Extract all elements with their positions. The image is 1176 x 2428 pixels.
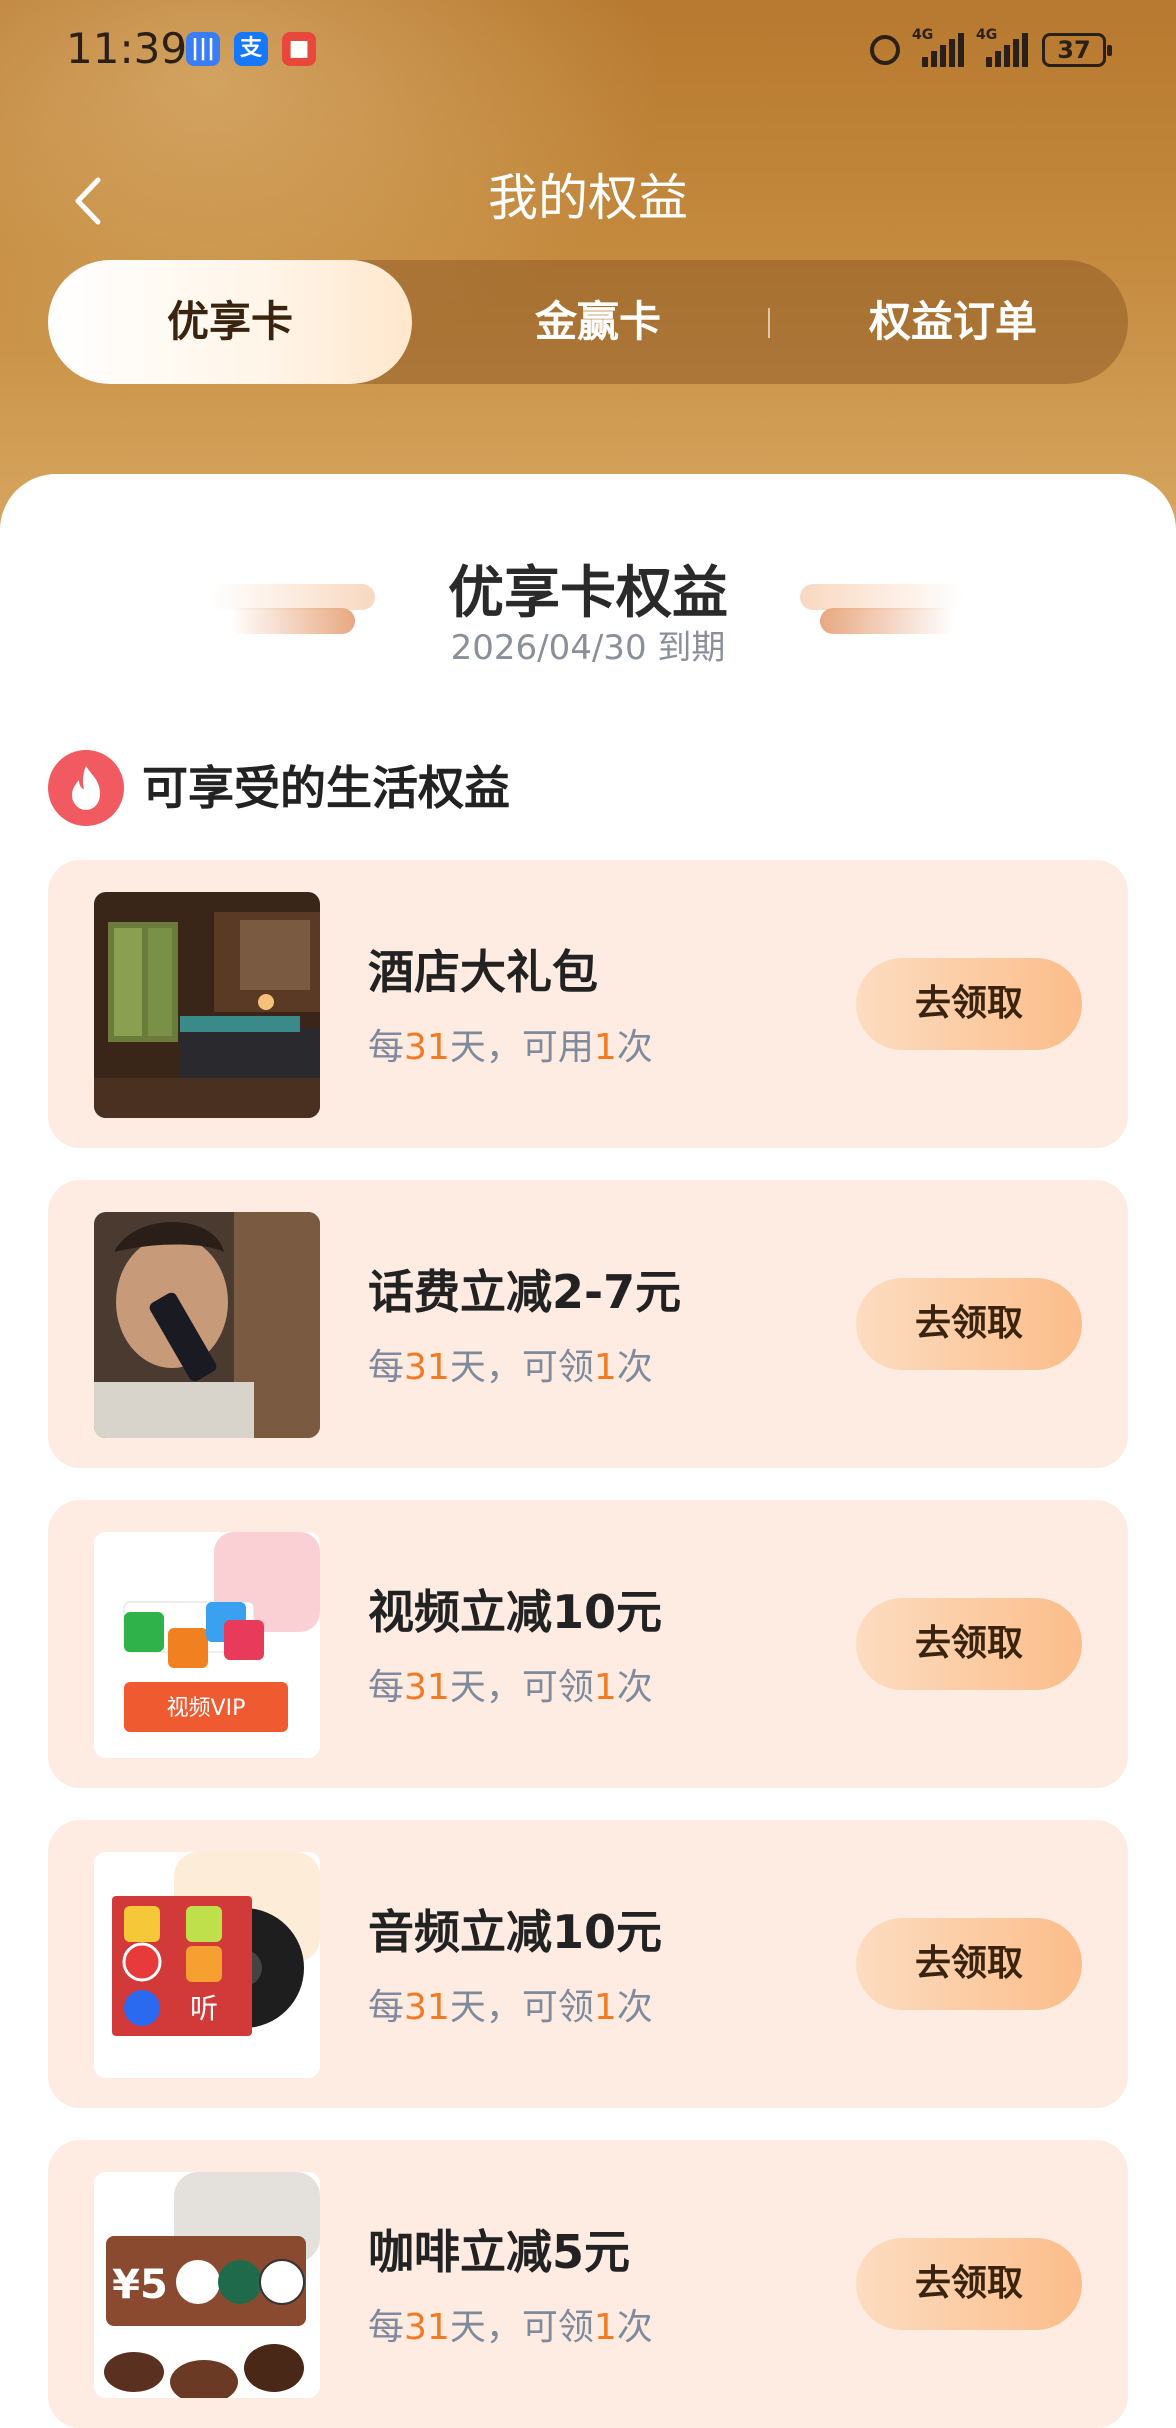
benefit-item-hotel: 酒店大礼包 每31天，可用1次 去领取	[48, 860, 1128, 1148]
alipay-icon: 支	[234, 32, 268, 66]
benefit-frequency: 每31天，可领1次	[368, 1987, 653, 2028]
benefit-item-video: 视频VIP 视频立减10元 每31天，可领1次 去领取	[48, 1500, 1128, 1788]
tab-youxiang-card[interactable]: 优享卡	[48, 260, 412, 384]
coffee-thumbnail: ¥5	[94, 2172, 320, 2398]
cell-signal-icon: 4G	[912, 27, 964, 67]
benefit-frequency: 每31天，可领1次	[368, 2307, 653, 2348]
benefit-frequency: 每31天，可用1次	[368, 1027, 653, 1068]
benefit-title: 话费立减2-7元	[368, 1265, 682, 1319]
alarm-icon	[870, 35, 900, 65]
claim-button[interactable]: 去领取	[856, 958, 1082, 1050]
thumb-label: ¥5	[112, 2262, 168, 2308]
tab-benefit-orders[interactable]: 权益订单	[778, 260, 1128, 384]
network-label: 4G	[912, 27, 934, 43]
network-label-2: 4G	[976, 27, 998, 43]
tab-bar: 优享卡 金赢卡 权益订单	[48, 260, 1128, 384]
status-bar: 11:39 ||| 支 ■ 4G 4G 37	[0, 0, 1176, 100]
thumb-label: 视频VIP	[167, 1696, 246, 1721]
card-title: 优享卡权益	[448, 561, 728, 626]
tab-divider	[768, 308, 770, 338]
status-time: 11:39	[66, 24, 188, 73]
hotel-thumbnail	[94, 892, 320, 1118]
benefit-title: 视频立减10元	[368, 1585, 663, 1639]
benefit-title: 酒店大礼包	[368, 945, 598, 999]
claim-button[interactable]: 去领取	[856, 1918, 1082, 2010]
voice-app-icon: |||	[186, 32, 220, 66]
mail-app-icon: ■	[282, 32, 316, 66]
section-title: 可享受的生活权益	[142, 761, 510, 815]
card-expiry: 2026/04/30 到期	[450, 628, 726, 668]
video-vip-thumbnail: 视频VIP	[94, 1532, 320, 1758]
page-title: 我的权益	[488, 169, 688, 227]
flame-icon	[48, 750, 124, 826]
claim-button[interactable]: 去领取	[856, 1598, 1082, 1690]
benefit-frequency: 每31天，可领1次	[368, 1347, 653, 1388]
benefit-frequency: 每31天，可领1次	[368, 1667, 653, 1708]
thumb-label: 听	[190, 1992, 218, 2025]
status-indicators: 4G 4G 37	[870, 27, 1112, 72]
phone-bill-thumbnail	[94, 1212, 320, 1438]
claim-button[interactable]: 去领取	[856, 2238, 1082, 2330]
benefit-title: 音频立减10元	[368, 1905, 663, 1959]
benefit-title: 咖啡立减5元	[368, 2225, 631, 2279]
benefit-item-coffee: ¥5 咖啡立减5元 每31天，可领1次 去领取	[48, 2140, 1128, 2428]
benefit-item-phone-bill: 话费立减2-7元 每31天，可领1次 去领取	[48, 1180, 1128, 1468]
audio-thumbnail: 听	[94, 1852, 320, 2078]
cell-signal-icon-2: 4G	[976, 27, 1028, 67]
battery-icon: 37	[1042, 33, 1112, 67]
benefit-item-audio: 听 音频立减10元 每31天，可领1次 去领取	[48, 1820, 1128, 2108]
claim-button[interactable]: 去领取	[856, 1278, 1082, 1370]
tab-jinying-card[interactable]: 金赢卡	[428, 260, 768, 384]
